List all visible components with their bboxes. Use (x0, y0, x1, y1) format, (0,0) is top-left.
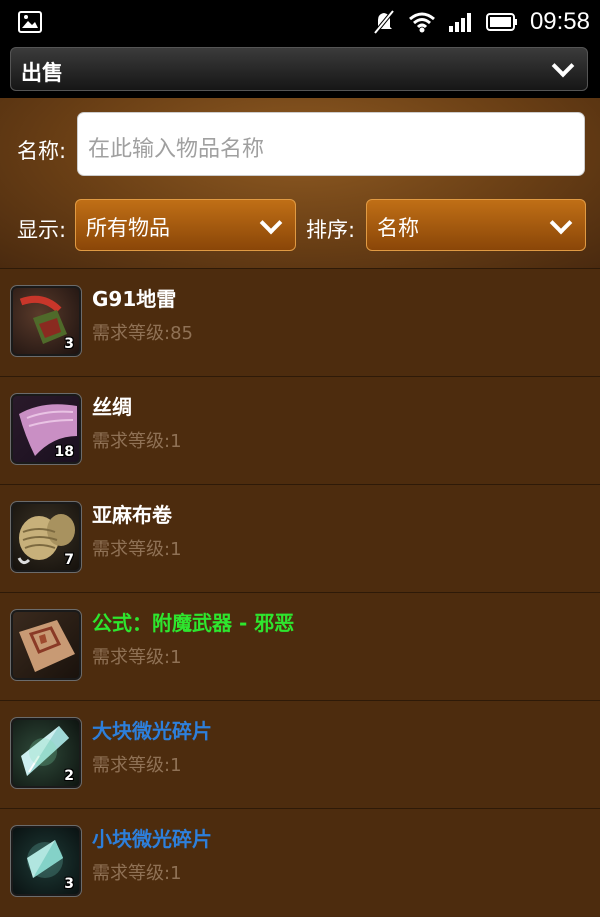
item-count: 7 (64, 552, 74, 568)
item-level-requirement: 需求等级:1 (92, 863, 182, 884)
wifi-icon (408, 12, 435, 33)
item-level-requirement: 需求等级:1 (92, 755, 182, 776)
item-count: 3 (64, 336, 74, 352)
list-item[interactable]: 7 亚麻布卷 需求等级:1 (0, 484, 600, 592)
item-level-requirement: 需求等级:1 (92, 431, 182, 452)
item-name: 小块微光碎片 (92, 827, 212, 851)
item-count: 3 (64, 876, 74, 892)
signal-icon (448, 13, 471, 32)
sort-label: 排序: (306, 218, 356, 242)
large-crystal-shard-icon: 2 (10, 717, 82, 789)
item-name-placeholder: 在此输入物品名称 (88, 137, 265, 162)
battery-icon (485, 13, 517, 31)
sort-value: 名称 (377, 216, 419, 240)
list-item[interactable]: 3 G91地雷 需求等级:85 (0, 268, 600, 376)
list-item[interactable]: 18 丝绸 需求等级:1 (0, 376, 600, 484)
item-name-input[interactable]: 在此输入物品名称 (77, 112, 585, 176)
list-item[interactable]: 公式：附魔武器 - 邪恶 需求等级:1 (0, 592, 600, 700)
item-name: 公式：附魔武器 - 邪恶 (92, 611, 295, 635)
item-count: 18 (54, 444, 74, 460)
small-crystal-shard-icon: 3 (10, 825, 82, 897)
item-name: 大块微光碎片 (92, 719, 212, 743)
action-bar: 出售 (0, 44, 600, 98)
chevron-down-icon (549, 211, 573, 235)
item-name: G91地雷 (92, 287, 177, 311)
item-level-requirement: 需求等级:1 (92, 539, 182, 560)
silk-cloth-icon: 18 (10, 393, 82, 465)
linen-bolt-icon: 7 (10, 501, 82, 573)
list-item[interactable]: 2 大块微光碎片 需求等级:1 (0, 700, 600, 808)
item-name: 丝绸 (92, 395, 132, 419)
item-name: 亚麻布卷 (92, 503, 172, 527)
landmine-icon: 3 (10, 285, 82, 357)
display-filter-select[interactable]: 所有物品 (75, 199, 296, 251)
filter-panel: 名称: 在此输入物品名称 显示: 所有物品 排序: 名称 (0, 98, 600, 268)
clock-time: 09:58 (529, 8, 590, 35)
display-label: 显示: (17, 218, 67, 242)
recipe-scroll-icon (10, 609, 82, 681)
item-list: 3 G91地雷 需求等级:85 18 丝绸 需求等级:1 7 亚麻布卷 需求等级… (0, 268, 600, 916)
chevron-down-icon (259, 211, 283, 235)
mode-dropdown[interactable]: 出售 (10, 47, 588, 91)
gallery-notification-icon (18, 11, 42, 33)
display-filter-value: 所有物品 (86, 216, 170, 240)
sort-select[interactable]: 名称 (366, 199, 586, 251)
item-level-requirement: 需求等级:1 (92, 647, 182, 668)
chevron-down-icon (551, 54, 575, 78)
list-item[interactable]: 3 小块微光碎片 需求等级:1 (0, 808, 600, 916)
item-level-requirement: 需求等级:85 (92, 323, 193, 344)
status-bar: 09:58 (0, 0, 600, 44)
mode-label: 出售 (21, 61, 63, 85)
mute-icon (373, 9, 395, 35)
name-label: 名称: (17, 139, 67, 163)
item-count: 2 (64, 768, 74, 784)
